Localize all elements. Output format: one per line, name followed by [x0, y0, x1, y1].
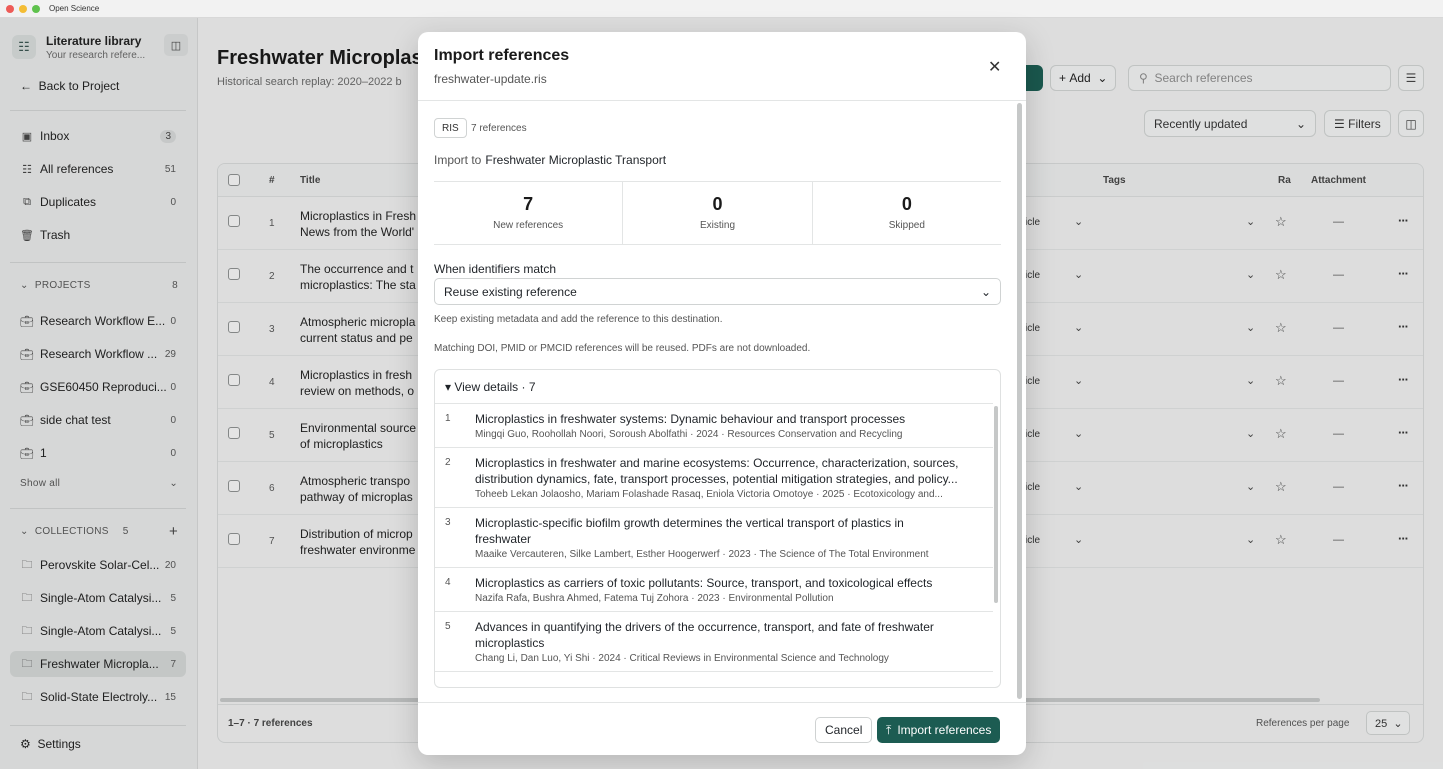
stat-label: New references	[493, 220, 564, 231]
format-badge: RIS	[434, 118, 467, 138]
details-scrollbar[interactable]	[994, 406, 998, 603]
item-title: microplastics	[475, 636, 545, 650]
stat-value: 0	[901, 194, 912, 214]
import-references-button[interactable]: ⤒ Import references	[877, 717, 1001, 743]
item-title: freshwater	[475, 532, 532, 546]
item-title: Microplastics in freshwater and marine e…	[475, 456, 959, 470]
view-details-toggle[interactable]: ▾ View details · 7	[445, 380, 536, 394]
item-number: 1	[445, 413, 451, 424]
identifier-match-select[interactable]: Reuse existing reference ⌄	[434, 278, 1001, 305]
format-count: 7 references	[471, 123, 527, 134]
identifier-match-label: When identifiers match	[434, 262, 557, 276]
upload-icon: ⤒	[886, 722, 892, 737]
import-label: Import references	[897, 723, 992, 737]
chevron-down-icon: ⌄	[980, 284, 991, 299]
item-meta: Maaike Vercauteren, Silke Lambert, Esthe…	[475, 549, 929, 560]
item-number: 5	[445, 621, 451, 632]
identifier-match-value: Reuse existing reference	[444, 284, 577, 299]
item-meta: Chang Li, Dan Luo, Yi Shi · 2024 · Criti…	[475, 653, 889, 664]
list-item: 5 Advances in quantifying the drivers of…	[435, 612, 993, 672]
stat-existing: 0 Existing	[622, 182, 811, 244]
item-title: Microplastics as carriers of toxic pollu…	[475, 576, 933, 590]
list-item: 1 Microplastics in freshwater systems: D…	[435, 404, 993, 448]
dialog-footer: Cancel ⤒ Import references	[418, 702, 1026, 755]
window-titlebar: Open Science	[0, 0, 1443, 18]
stat-label: Skipped	[888, 220, 925, 231]
list-item: 3 Microplastic-specific biofilm growth d…	[435, 508, 993, 568]
stat-new: 7 New references	[434, 182, 622, 244]
item-meta: Mingqi Guo, Roohollah Noori, Soroush Abo…	[475, 429, 903, 440]
list-item: 4 Microplastics as carriers of toxic pol…	[435, 568, 993, 612]
matching-note: Matching DOI, PMID or PMCID references w…	[434, 343, 811, 354]
item-meta: Nazifa Rafa, Bushra Ahmed, Fatema Tuj Zo…	[475, 593, 834, 604]
item-title: Advances in quantifying the drivers of t…	[475, 620, 934, 634]
cancel-button[interactable]: Cancel	[815, 717, 873, 743]
stat-value: 7	[523, 194, 534, 214]
dialog-filename: freshwater-update.ris	[434, 72, 547, 86]
details-list: 1 Microplastics in freshwater systems: D…	[435, 403, 993, 672]
list-item: 2 Microplastics in freshwater and marine…	[435, 448, 993, 508]
item-title: Microplastic-specific biofilm growth det…	[475, 516, 904, 530]
import-to-label: Import to	[434, 153, 482, 167]
item-number: 2	[445, 457, 451, 468]
app-title: Open Science	[49, 4, 100, 13]
dialog-scrollbar[interactable]	[1017, 103, 1022, 699]
stat-label: Existing	[699, 220, 735, 231]
item-number: 3	[445, 517, 451, 528]
stat-value: 0	[712, 194, 723, 214]
import-references-dialog: Import references freshwater-update.ris …	[418, 32, 1026, 755]
details-panel: ▾ View details · 7 1 Microplastics in fr…	[434, 369, 1001, 688]
dialog-title: Import references	[434, 47, 570, 64]
import-destination: Import to Freshwater Microplastic Transpo…	[434, 153, 666, 167]
item-meta: Toheeb Lekan Jolaosho, Mariam Folashade …	[475, 489, 943, 500]
item-number: 4	[445, 577, 451, 588]
match-help-text: Keep existing metadata and add the refer…	[434, 314, 723, 325]
dialog-body: RIS 7 references Import to Freshwater Mic…	[418, 101, 1026, 702]
import-to-value: Freshwater Microplastic Transport	[485, 153, 667, 167]
item-title: distribution dynamics, fate, transport p…	[475, 472, 958, 486]
close-window-button[interactable]	[6, 4, 14, 13]
close-icon[interactable]: ✕	[988, 57, 1001, 77]
import-stats: 7 New references 0 Existing 0 Skipped	[434, 181, 1001, 245]
minimize-window-button[interactable]	[19, 4, 27, 13]
stat-skipped: 0 Skipped	[811, 182, 1001, 244]
maximize-window-button[interactable]	[32, 4, 40, 13]
item-title: Microplastics in freshwater systems: Dyn…	[475, 412, 906, 426]
